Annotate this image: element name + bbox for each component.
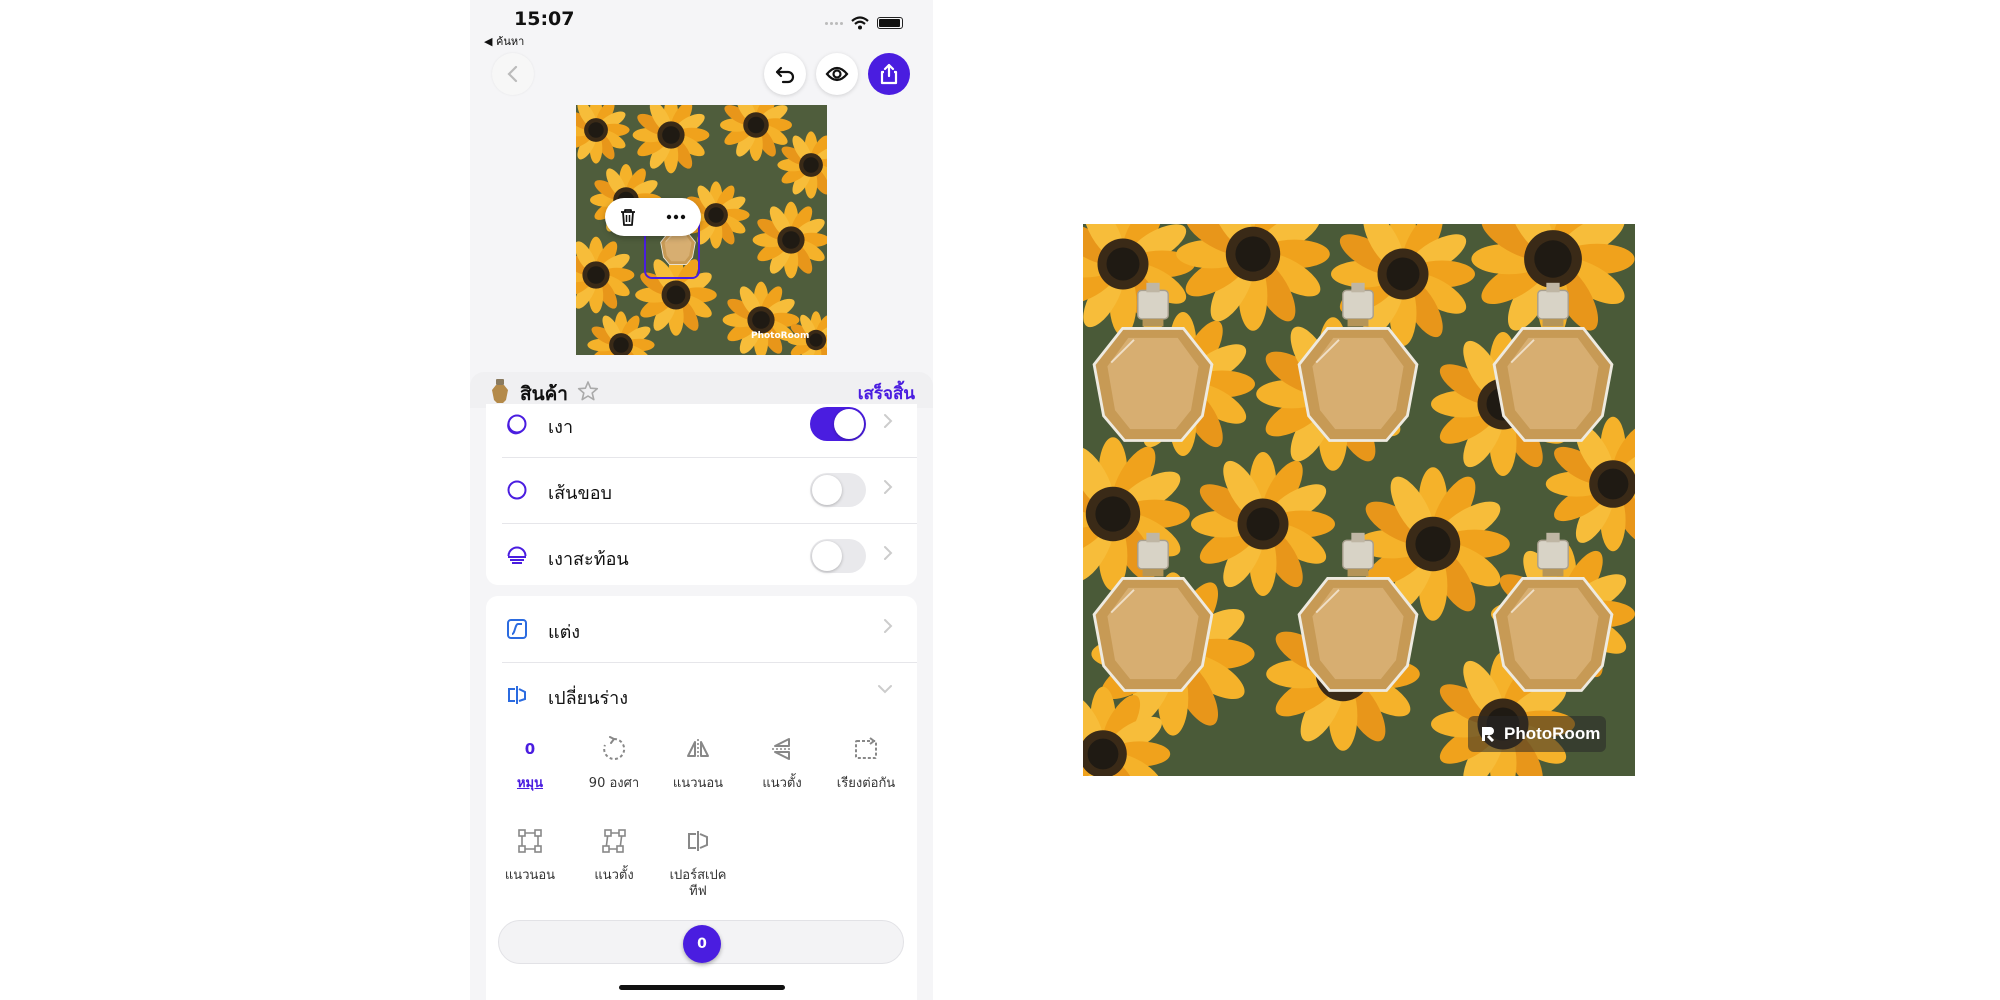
outline-icon xyxy=(506,479,528,501)
rotate-90-tool[interactable]: 90 องศา xyxy=(572,734,656,792)
skew-vertical-icon xyxy=(572,826,656,856)
adjust-row[interactable]: แต่ง xyxy=(486,596,917,662)
back-button[interactable] xyxy=(492,53,534,95)
reflection-icon xyxy=(506,545,528,567)
rotation-slider[interactable]: 0 xyxy=(498,920,904,964)
transform-row[interactable]: เปลี่ยนร่าง xyxy=(486,662,917,728)
flip-vertical-icon xyxy=(740,734,824,764)
back-to-search-link[interactable]: ◀ ค้นหา xyxy=(484,32,524,50)
tile-tool[interactable]: เรียงต่อกัน xyxy=(824,734,908,792)
adjust-curve-icon xyxy=(506,618,528,640)
star-icon[interactable] xyxy=(577,380,599,402)
photoroom-watermark-small: PhotoRoom xyxy=(751,331,809,341)
photoroom-watermark: PhotoRoom xyxy=(1468,716,1606,752)
perspective-icon xyxy=(656,826,740,856)
perspective-tool[interactable]: เปอร์สเปค ทีฟ xyxy=(656,826,740,900)
skew-horizontal-tool[interactable]: แนวนอน xyxy=(488,826,572,884)
undo-icon xyxy=(775,66,795,84)
product-thumbnail-icon xyxy=(492,379,508,403)
preview-button[interactable] xyxy=(816,53,858,95)
effect-label: เงา xyxy=(548,417,574,438)
rotate-label: หมุน xyxy=(516,776,544,791)
home-indicator xyxy=(619,985,785,990)
share-button[interactable] xyxy=(868,53,910,95)
effect-row-reflection[interactable]: เงาสะท้อน xyxy=(486,523,917,585)
tiled-sunflower-image xyxy=(1083,224,1635,776)
transform-label: เปลี่ยนร่าง xyxy=(548,688,629,709)
status-time: 15:07 xyxy=(514,8,575,30)
undo-button[interactable] xyxy=(764,53,806,95)
perspective-label: เปอร์สเปค ทีฟ xyxy=(669,868,727,899)
trash-icon[interactable] xyxy=(620,208,636,226)
chevron-right-icon xyxy=(884,619,893,633)
phone-screen: 15:07 ◀ ค้นหา PhotoRoom สินค้า เสร็จสิ้น… xyxy=(470,0,933,1000)
skew-vertical-tool[interactable]: แนวตั้ง xyxy=(572,826,656,884)
effect-row-outline[interactable]: เส้นขอบ xyxy=(486,457,917,523)
rotate-90-label: 90 องศา xyxy=(588,776,640,791)
chevron-down-icon xyxy=(878,685,892,694)
shadow-toggle[interactable] xyxy=(810,407,866,441)
chevron-right-icon xyxy=(884,546,893,560)
object-popup-menu xyxy=(605,198,701,236)
outline-toggle[interactable] xyxy=(810,473,866,507)
rotate-tool[interactable]: 0 หมุน xyxy=(488,734,572,792)
signal-icon xyxy=(825,21,843,25)
effect-label: เส้นขอบ xyxy=(548,483,612,504)
tile-icon xyxy=(824,734,908,764)
transform-icon xyxy=(506,684,528,706)
product-sheet-header: สินค้า เสร็จสิ้น xyxy=(470,372,933,408)
chevron-right-icon xyxy=(884,480,893,494)
skew-horizontal-label: แนวนอน xyxy=(504,868,556,883)
wifi-icon xyxy=(851,16,869,30)
battery-icon xyxy=(877,17,903,29)
rotate-value: 0 xyxy=(524,740,536,758)
flip-horizontal-label: แนวนอน xyxy=(672,776,724,791)
chevron-right-icon xyxy=(884,414,893,428)
share-icon xyxy=(880,63,898,85)
flip-vertical-tool[interactable]: แนวตั้ง xyxy=(740,734,824,792)
done-button[interactable]: เสร็จสิ้น xyxy=(858,380,915,407)
reflection-toggle[interactable] xyxy=(810,539,866,573)
more-icon[interactable] xyxy=(666,214,686,220)
status-icons xyxy=(825,16,903,30)
eye-icon xyxy=(825,66,849,82)
effect-label: เงาสะท้อน xyxy=(548,549,629,570)
effects-card: เงา เส้นขอบ เงาสะท้อน xyxy=(486,404,917,585)
shadow-icon xyxy=(506,413,528,435)
tiled-preview-image: PhotoRoom xyxy=(1083,224,1635,776)
slider-knob[interactable]: 0 xyxy=(683,925,721,963)
adjust-label: แต่ง xyxy=(548,622,581,643)
photoroom-logo-icon xyxy=(1482,727,1495,743)
flip-horizontal-icon xyxy=(656,734,740,764)
effect-row-shadow[interactable]: เงา xyxy=(486,404,917,457)
skew-vertical-label: แนวตั้ง xyxy=(594,868,634,883)
watermark-text: PhotoRoom xyxy=(1504,724,1601,743)
rotate-90-icon xyxy=(572,734,656,764)
flip-horizontal-tool[interactable]: แนวนอน xyxy=(656,734,740,792)
tile-label: เรียงต่อกัน xyxy=(836,776,896,791)
watermark-small-text: PhotoRoom xyxy=(751,331,810,341)
skew-horizontal-icon xyxy=(488,826,572,856)
flip-vertical-label: แนวตั้ง xyxy=(762,776,802,791)
chevron-left-icon xyxy=(507,65,518,83)
